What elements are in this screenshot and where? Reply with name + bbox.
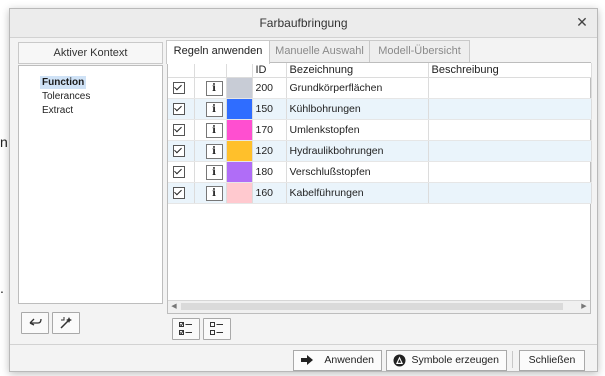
tab-manual-selection[interactable]: Manuelle Auswahl <box>268 40 371 62</box>
color-swatch[interactable] <box>226 141 252 161</box>
column-header-description[interactable]: Beschreibung <box>428 63 592 78</box>
row-checkbox[interactable] <box>173 166 185 178</box>
column-header-info[interactable] <box>194 63 227 78</box>
row-description <box>428 77 592 99</box>
row-name: Kabelführungen <box>286 182 429 204</box>
apply-button[interactable]: Anwenden <box>293 350 382 371</box>
table-row[interactable]: i 200 Grundkörperflächen <box>168 77 592 99</box>
context-item-tolerances[interactable]: Tolerances <box>40 90 92 103</box>
color-swatch[interactable] <box>226 183 252 203</box>
close-button[interactable]: Schließen <box>519 350 585 371</box>
magic-wand-icon <box>60 317 72 329</box>
undo-arrows-icon <box>29 318 42 326</box>
apply-button-label: Anwenden <box>324 354 374 366</box>
info-button[interactable]: i <box>205 185 223 201</box>
color-swatch[interactable] <box>226 162 252 182</box>
row-checkbox[interactable] <box>173 145 185 157</box>
create-symbols-button[interactable]: Symbole erzeugen <box>386 350 507 371</box>
uncheck-all-button[interactable] <box>203 318 231 340</box>
rules-table-container: ID Bezeichnung Beschreibung i 200 Grundk… <box>167 62 592 314</box>
scroll-right-icon[interactable]: ▶ <box>578 301 590 313</box>
create-symbols-label: Symbole erzeugen <box>411 354 499 366</box>
check-all-button[interactable] <box>172 318 200 340</box>
tab-apply-rules[interactable]: Regeln anwenden <box>166 40 270 64</box>
redo-context-button[interactable] <box>52 312 80 334</box>
background-text-fragment: n <box>0 134 8 150</box>
tab-model-overview[interactable]: Modell-Übersicht <box>369 40 470 62</box>
table-row[interactable]: i 180 Verschlußstopfen <box>168 161 592 183</box>
check-list-icon <box>179 322 192 335</box>
row-id: 160 <box>252 182 287 204</box>
row-checkbox[interactable] <box>173 103 185 115</box>
row-id: 120 <box>252 140 287 162</box>
row-checkbox[interactable] <box>173 124 185 136</box>
background-strip <box>0 0 4 376</box>
color-swatch[interactable] <box>226 120 252 140</box>
table-header-row: ID Bezeichnung Beschreibung <box>168 63 592 78</box>
close-icon[interactable]: ✕ <box>573 13 591 31</box>
row-checkbox[interactable] <box>173 82 185 94</box>
table-row[interactable]: i 170 Umlenkstopfen <box>168 119 592 141</box>
row-description <box>428 182 592 204</box>
color-swatch[interactable] <box>226 99 252 119</box>
horizontal-scrollbar[interactable]: ◀ ▶ <box>168 300 590 313</box>
info-button[interactable]: i <box>205 80 223 96</box>
table-row[interactable]: i 160 Kabelführungen <box>168 182 592 204</box>
row-name: Grundkörperflächen <box>286 77 429 99</box>
row-name: Kühlbohrungen <box>286 98 429 120</box>
column-header-id[interactable]: ID <box>252 63 287 78</box>
table-row[interactable]: i 150 Kühlbohrungen <box>168 98 592 120</box>
footer-divider <box>512 351 513 368</box>
undo-context-button[interactable] <box>21 312 49 334</box>
info-button[interactable]: i <box>205 164 223 180</box>
scroll-left-icon[interactable]: ◀ <box>168 301 180 313</box>
arrow-right-icon <box>301 355 313 365</box>
row-id: 150 <box>252 98 287 120</box>
context-item-extract[interactable]: Extract <box>40 104 75 117</box>
rules-table: ID Bezeichnung Beschreibung i 200 Grundk… <box>168 63 592 204</box>
symbol-icon <box>393 354 406 367</box>
color-swatch[interactable] <box>226 78 252 98</box>
context-item-function[interactable]: Function <box>40 76 87 89</box>
column-header-color[interactable] <box>226 63 253 78</box>
context-list: Function Tolerances Extract <box>18 65 163 304</box>
background-text-fragment: . <box>0 280 4 296</box>
title-bar[interactable]: Farbaufbringung ✕ <box>10 9 597 38</box>
column-header-name[interactable]: Bezeichnung <box>286 63 429 78</box>
info-button[interactable]: i <box>205 122 223 138</box>
row-id: 170 <box>252 119 287 141</box>
active-context-header: Aktiver Kontext <box>18 42 163 64</box>
dialog-footer: Anwenden Symbole erzeugen Schließen <box>10 344 597 371</box>
row-description <box>428 161 592 183</box>
table-row[interactable]: i 120 Hydraulikbohrungen <box>168 140 592 162</box>
info-button[interactable]: i <box>205 143 223 159</box>
dialog-title: Farbaufbringung <box>259 16 348 30</box>
scrollbar-thumb[interactable] <box>181 303 563 310</box>
row-name: Umlenkstopfen <box>286 119 429 141</box>
row-name: Verschlußstopfen <box>286 161 429 183</box>
column-header-check[interactable] <box>168 63 195 78</box>
row-description <box>428 119 592 141</box>
empty-list-icon <box>210 322 223 335</box>
row-id: 180 <box>252 161 287 183</box>
row-checkbox[interactable] <box>173 187 185 199</box>
row-name: Hydraulikbohrungen <box>286 140 429 162</box>
close-button-label: Schließen <box>528 354 576 366</box>
row-id: 200 <box>252 77 287 99</box>
color-application-dialog: Farbaufbringung ✕ Aktiver Kontext Functi… <box>9 8 598 372</box>
row-description <box>428 140 592 162</box>
row-description <box>428 98 592 120</box>
info-button[interactable]: i <box>205 101 223 117</box>
